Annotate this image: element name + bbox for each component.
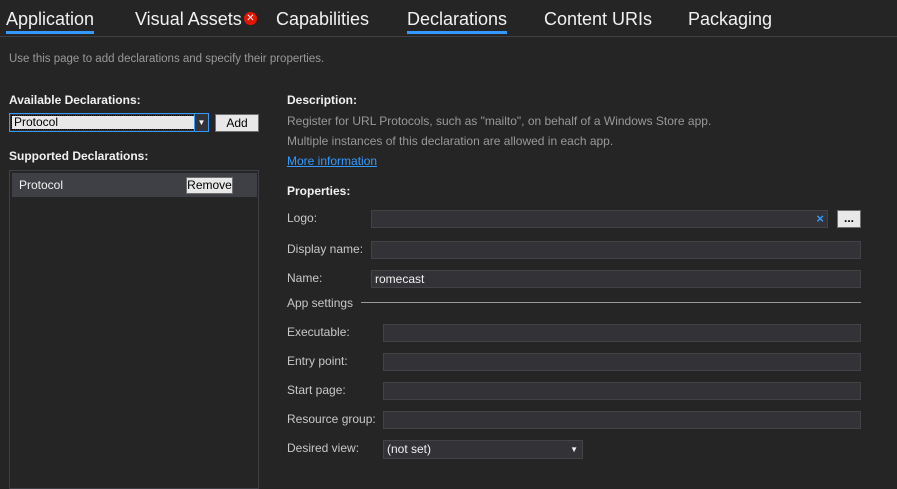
app-settings-label: App settings xyxy=(287,296,354,310)
desired-view-value: (not set) xyxy=(387,442,432,456)
available-declarations-dropdown[interactable]: Protocol ▼ xyxy=(9,113,209,132)
resource-group-label: Resource group: xyxy=(287,412,376,426)
chevron-down-icon[interactable]: ▼ xyxy=(194,114,208,131)
executable-field[interactable] xyxy=(383,324,861,342)
logo-field[interactable]: × xyxy=(371,210,828,228)
supported-declarations-list[interactable]: Protocol Remove xyxy=(9,170,259,489)
start-page-field[interactable] xyxy=(383,382,861,400)
executable-label: Executable: xyxy=(287,325,350,339)
app-settings-divider xyxy=(361,302,861,303)
supported-declarations-label: Supported Declarations: xyxy=(9,149,149,163)
more-information-link[interactable]: More information xyxy=(287,154,377,168)
tab-packaging[interactable]: Packaging xyxy=(688,8,772,30)
start-page-label: Start page: xyxy=(287,383,346,397)
page-hint: Use this page to add declarations and sp… xyxy=(9,53,325,65)
name-label: Name: xyxy=(287,271,323,285)
name-field[interactable]: romecast xyxy=(371,270,861,288)
desired-view-label: Desired view: xyxy=(287,441,360,455)
description-text-2: Multiple instances of this declaration a… xyxy=(287,134,614,148)
tab-visual-assets[interactable]: Visual Assets xyxy=(135,8,242,30)
tab-bar: Application Visual Assets ✕ Capabilities… xyxy=(0,0,897,37)
remove-button[interactable]: Remove xyxy=(186,177,233,194)
description-text-1: Register for URL Protocols, such as "mai… xyxy=(287,114,712,128)
description-label: Description: xyxy=(287,93,358,107)
tab-declarations[interactable]: Declarations xyxy=(407,8,508,34)
tab-capabilities[interactable]: Capabilities xyxy=(276,8,369,30)
display-name-label: Display name: xyxy=(287,242,364,256)
properties-label: Properties: xyxy=(287,184,351,198)
error-icon: ✕ xyxy=(244,12,257,25)
display-name-field[interactable] xyxy=(371,241,861,259)
entry-point-label: Entry point: xyxy=(287,354,348,368)
list-item-label: Protocol xyxy=(19,178,64,192)
add-button[interactable]: Add xyxy=(215,114,259,132)
chevron-down-icon: ▼ xyxy=(570,445,578,454)
desired-view-select[interactable]: (not set) ▼ xyxy=(383,440,583,459)
available-declarations-label: Available Declarations: xyxy=(9,93,141,107)
browse-button[interactable]: ... xyxy=(837,210,861,228)
logo-label: Logo: xyxy=(287,211,318,225)
entry-point-field[interactable] xyxy=(383,353,861,371)
clear-icon[interactable]: × xyxy=(816,211,824,227)
list-item[interactable]: Protocol Remove xyxy=(12,173,257,197)
tab-content-uris[interactable]: Content URIs xyxy=(544,8,652,30)
resource-group-field[interactable] xyxy=(383,411,861,429)
tab-application[interactable]: Application xyxy=(6,8,95,34)
available-declarations-selected: Protocol xyxy=(11,115,195,130)
